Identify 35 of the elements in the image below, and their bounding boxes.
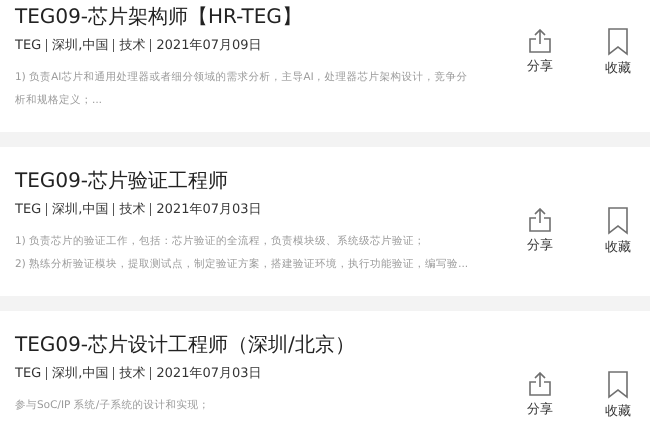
job-meta: TEG [15, 202, 42, 216]
job-description: 参与SoC/IP 系统/子系统的设计和实现； [15, 398, 210, 413]
share-label[interactable]: 分享 [527, 59, 553, 75]
job-description: 1) 负责芯片的验证工作，包括：芯片验证的全流程，负责模块级、系统级芯片验证； [15, 234, 426, 249]
share-icon[interactable] [527, 207, 553, 233]
bookmark-icon[interactable] [607, 207, 629, 235]
job-meta: 技术 [119, 201, 146, 218]
job-meta: 技术 [119, 37, 146, 54]
job-description: 2) 熟练分析验证模块，提取测试点，制定验证方案，搭建验证环境，执行功能验证，编写验... [15, 257, 470, 272]
job-card[interactable]: TEG09-芯片架构师【HR-TEG】 TEG 深圳,中国 技术 2021年07月09日 1) 负责AI芯片和通用处理器或者细分领域的需求分析，主导AI，处理器芯片架构设计，竞争分 析和规格定义；... 分享 收藏 [0, 0, 650, 132]
share-icon[interactable] [527, 28, 553, 54]
job-meta: 深圳,中国 [52, 365, 108, 382]
share-label[interactable]: 分享 [527, 402, 553, 418]
bookmark-label[interactable]: 收藏 [605, 404, 631, 420]
job-meta: 2021年07月03日 [156, 201, 262, 218]
job-title: TEG09-芯片设计工程师（深圳/北京） [15, 331, 356, 357]
job-title: TEG09-芯片验证工程师 [15, 167, 230, 193]
bookmark-icon[interactable] [607, 28, 629, 56]
share-icon[interactable] [527, 371, 553, 397]
job-title: TEG09-芯片架构师【HR-TEG】 [15, 3, 303, 29]
job-description: 1) 负责AI芯片和通用处理器或者细分领域的需求分析，主导AI，处理器芯片架构设计，竞争分 [15, 70, 469, 85]
bookmark-label[interactable]: 收藏 [605, 61, 631, 77]
job-meta: 深圳,中国 [52, 37, 108, 54]
job-meta: 2021年07月09日 [156, 37, 262, 54]
bookmark-label[interactable]: 收藏 [605, 240, 631, 256]
job-meta: TEG [15, 366, 42, 380]
job-meta: 技术 [119, 365, 146, 382]
job-meta: 2021年07月03日 [156, 365, 262, 382]
job-meta: 深圳,中国 [52, 201, 108, 218]
bookmark-icon[interactable] [607, 371, 629, 399]
share-label[interactable]: 分享 [527, 238, 553, 254]
job-description: 析和规格定义；... [15, 93, 104, 108]
job-meta: TEG [15, 38, 42, 52]
job-card[interactable]: TEG09-芯片验证工程师 TEG 深圳,中国 技术 2021年07月03日 1) 负责芯片的验证工作，包括：芯片验证的全流程，负责模块级、系统级芯片验证； 2) 熟练分析验证模块，提取测试点，制定验证方案，搭建验证环境，执行功能验证，编写验... 分享 收藏 [0, 147, 650, 296]
job-card[interactable]: TEG09-芯片设计工程师（深圳/北京） TEG 深圳,中国 技术 2021年07月03日 参与SoC/IP 系统/子系统的设计和实现； 分享 收藏 [0, 311, 650, 430]
